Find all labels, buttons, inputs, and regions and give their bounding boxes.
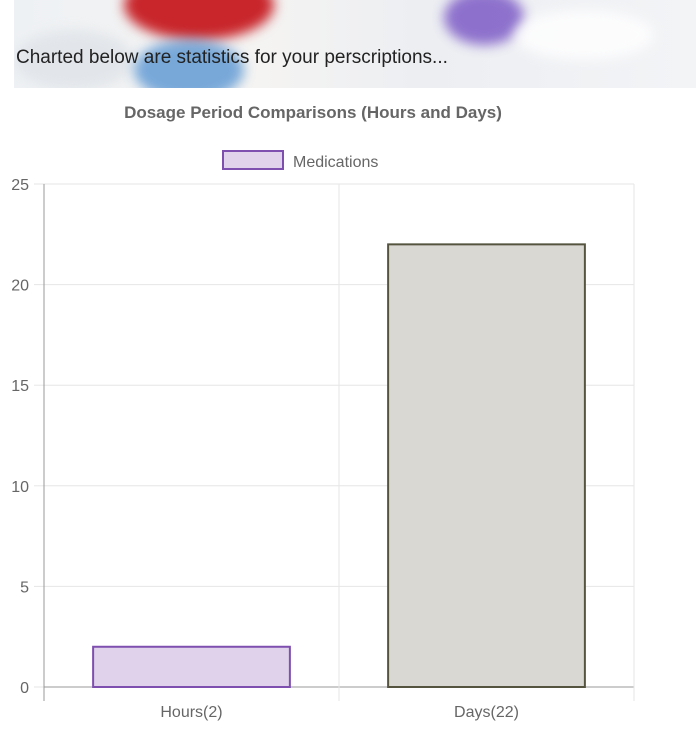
intro-text: Charted below are statistics for your pe… (16, 47, 448, 68)
bar-days[interactable] (387, 243, 586, 689)
header-banner (14, 0, 696, 88)
bar-hours[interactable] (92, 645, 291, 689)
legend-swatch (222, 150, 284, 170)
chart-title: Dosage Period Comparisons (Hours and Day… (124, 103, 502, 122)
x-tick-label: Hours(2) (160, 704, 222, 721)
y-tick-label: 25 (11, 177, 29, 194)
banner-decoration (124, 0, 274, 40)
y-tick-label: 15 (11, 378, 29, 395)
legend-label: Medications (293, 154, 378, 171)
y-tick-label: 20 (11, 278, 29, 295)
bar-chart: Dosage Period Comparisons (Hours and Day… (11, 103, 635, 721)
banner-decoration (514, 10, 654, 60)
y-tick-label: 10 (11, 479, 29, 496)
x-tick-label: Days(22) (454, 704, 519, 721)
y-tick-label: 5 (20, 579, 29, 596)
chart-legend[interactable]: Medications (222, 150, 378, 171)
banner-decoration (444, 0, 524, 45)
y-tick-label: 0 (20, 680, 29, 697)
plot-area: 0 5 10 15 20 25 Hours(2) Days(22) (11, 177, 635, 721)
